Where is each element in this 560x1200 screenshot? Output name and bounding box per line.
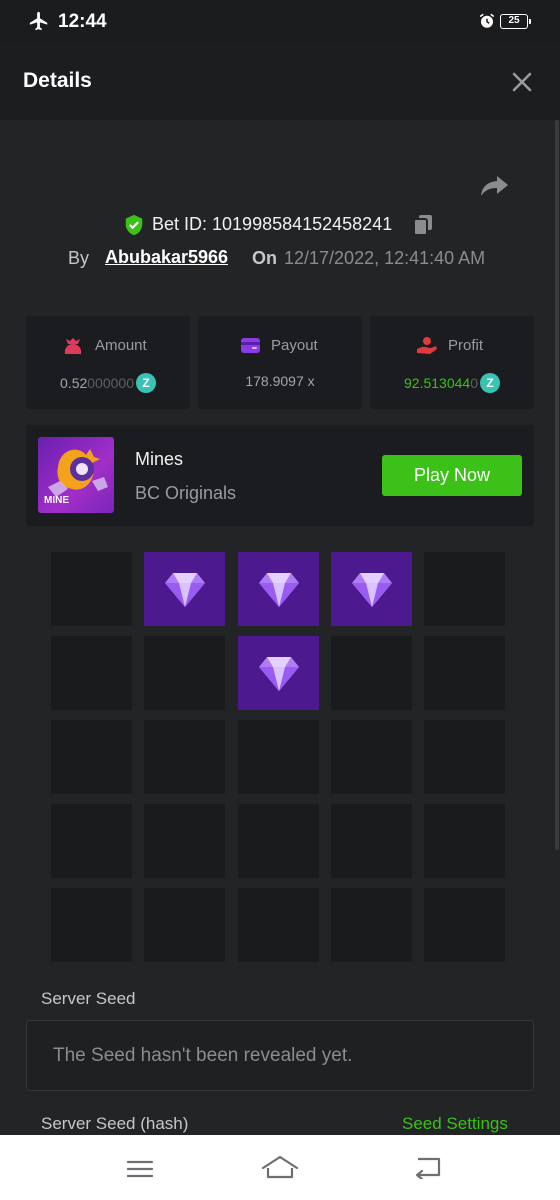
game-name: Mines bbox=[135, 449, 184, 469]
mines-board bbox=[51, 552, 505, 962]
recent-apps-icon[interactable] bbox=[126, 1159, 154, 1179]
wallet-icon bbox=[241, 338, 260, 353]
page-title: Details bbox=[23, 69, 92, 92]
copy-icon[interactable] bbox=[413, 214, 433, 236]
close-button[interactable] bbox=[508, 68, 536, 96]
mine-cell bbox=[51, 636, 132, 710]
mine-cell bbox=[144, 804, 225, 878]
hand-coin-icon bbox=[417, 337, 437, 354]
server-seed-label: Server Seed bbox=[41, 989, 136, 1008]
mine-cell bbox=[238, 888, 319, 962]
payout-title: Payout bbox=[271, 337, 318, 354]
gem-icon bbox=[352, 573, 392, 607]
alarm-icon bbox=[479, 13, 495, 28]
payout-value: 178.9097 x bbox=[245, 373, 315, 389]
amount-value: 0.52000000 bbox=[26, 373, 190, 393]
mine-cell bbox=[144, 888, 225, 962]
bet-id-row: Bet ID: 101998584152458241 bbox=[0, 212, 560, 238]
game-provider: BC Originals bbox=[135, 483, 237, 503]
mine-cell-gem bbox=[238, 552, 319, 626]
mine-cell bbox=[331, 720, 412, 794]
status-time: 12:44 bbox=[58, 11, 107, 32]
currency-coin-icon bbox=[479, 373, 500, 393]
bet-datetime: 12/17/2022, 12:41:40 AM bbox=[284, 248, 486, 268]
mine-cell bbox=[424, 720, 505, 794]
gem-icon bbox=[165, 573, 205, 607]
game-card: MINE Mines BC Originals Play Now bbox=[26, 425, 534, 526]
mine-cell bbox=[51, 804, 132, 878]
play-now-button[interactable]: Play Now bbox=[382, 455, 522, 496]
airplane-mode-icon bbox=[29, 11, 48, 31]
mine-cell bbox=[331, 804, 412, 878]
gem-icon bbox=[259, 657, 299, 691]
mine-cell-gem bbox=[144, 552, 225, 626]
server-seed-value: The Seed hasn't been revealed yet. bbox=[53, 1045, 353, 1066]
server-seed-field[interactable]: The Seed hasn't been revealed yet. bbox=[26, 1020, 534, 1091]
mine-cell bbox=[51, 888, 132, 962]
bet-author-row: By Abubakar5966 On 12/17/2022, 12:41:40 … bbox=[0, 246, 560, 270]
thumbnail-label: MINE bbox=[44, 495, 69, 506]
mine-cell bbox=[331, 888, 412, 962]
currency-coin-icon bbox=[135, 373, 156, 393]
mine-cell bbox=[144, 720, 225, 794]
profit-value: 92.5130440 bbox=[370, 373, 534, 393]
profit-card: Profit 92.5130440 bbox=[370, 316, 534, 409]
mine-cell bbox=[424, 552, 505, 626]
mine-cell bbox=[424, 804, 505, 878]
payout-card: Payout 178.9097 x bbox=[198, 316, 362, 409]
on-label: On bbox=[252, 248, 277, 268]
profit-title: Profit bbox=[448, 337, 484, 354]
mine-cell bbox=[144, 636, 225, 710]
username-link[interactable]: Abubakar5966 bbox=[105, 247, 228, 268]
bet-id: Bet ID: 101998584152458241 bbox=[152, 214, 393, 234]
mine-cell bbox=[424, 888, 505, 962]
mine-cell bbox=[331, 636, 412, 710]
mine-cell bbox=[424, 636, 505, 710]
by-label: By bbox=[68, 248, 90, 268]
server-seed-hash-label: Server Seed (hash) bbox=[41, 1114, 189, 1133]
seed-settings-link[interactable]: Seed Settings bbox=[402, 1114, 508, 1134]
mine-cell-gem bbox=[238, 636, 319, 710]
gem-icon bbox=[259, 573, 299, 607]
battery-indicator: 25 bbox=[500, 14, 531, 29]
home-icon[interactable] bbox=[260, 1154, 300, 1180]
mine-cell bbox=[51, 552, 132, 626]
amount-title: Amount bbox=[95, 337, 147, 354]
share-icon[interactable] bbox=[479, 172, 509, 200]
back-icon[interactable] bbox=[412, 1155, 442, 1179]
system-nav-bar bbox=[0, 1135, 560, 1200]
amount-card: Amount 0.52000000 bbox=[26, 316, 190, 409]
mine-cell bbox=[238, 804, 319, 878]
mines-game-thumbnail[interactable]: MINE bbox=[38, 437, 114, 513]
verified-shield-icon bbox=[125, 214, 143, 236]
mine-cell bbox=[51, 720, 132, 794]
mine-cell bbox=[238, 720, 319, 794]
status-bar: 12:44 25 bbox=[0, 0, 560, 44]
details-header: Details bbox=[0, 44, 560, 120]
money-bag-icon bbox=[64, 338, 82, 354]
mine-cell-gem bbox=[331, 552, 412, 626]
